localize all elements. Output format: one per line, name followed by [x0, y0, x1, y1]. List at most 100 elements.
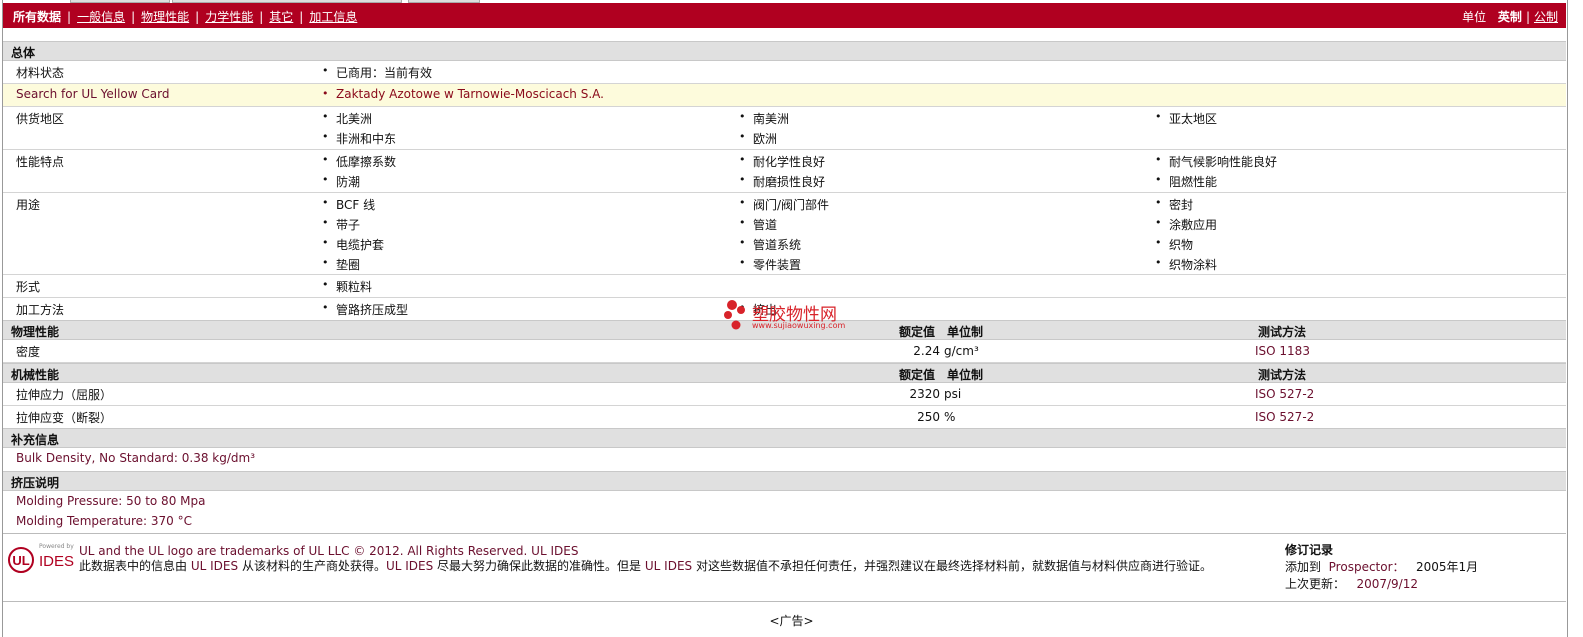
row-extrusion-notes: Molding Pressure: 50 to 80 Mpa Molding T… — [3, 491, 1566, 534]
ad-label: <广告> — [769, 614, 814, 628]
trademark-text: UL and the UL logo are trademarks of UL … — [79, 544, 579, 558]
list-item: 防潮 — [322, 173, 360, 190]
yellow-card-link[interactable]: Zaktady Azotowe w Tarnowie-Moscicach S.A… — [322, 87, 604, 101]
added-date: 2005年1月 — [1415, 560, 1479, 574]
row-label: 供货地区 — [16, 112, 65, 126]
list-item: 管道系统 — [739, 236, 801, 253]
added-label: 添加到 — [1285, 560, 1322, 574]
list-item: 耐化学性良好 — [739, 153, 825, 170]
list-item: 管道 — [739, 216, 777, 233]
property-unit: psi — [944, 387, 962, 401]
property-unit: % — [944, 410, 956, 424]
row-label: 性能特点 — [16, 155, 65, 169]
disclaimer-text: 尽最大努力确保此数据的准确性。但是 — [437, 559, 642, 573]
nav-processing[interactable]: 加工信息 — [309, 10, 357, 24]
table-row: 密度 2.24 g/cm³ ISO 1183 — [3, 340, 1566, 363]
row-label: 加工方法 — [16, 303, 65, 317]
section-mechanical-header: 机械性能 额定值 单位制 测试方法 — [3, 363, 1566, 383]
section-title: 补充信息 — [11, 433, 60, 447]
list-item: 南美洲 — [739, 110, 789, 127]
svg-text:UL: UL — [12, 553, 29, 568]
list-item: 阻燃性能 — [1155, 173, 1217, 190]
top-nav-bar: 所有数据 | 一般信息 | 物理性能 | 力学性能 | 其它 | 加工信息 单位 英制 | 公制 — [3, 3, 1566, 28]
list-item: BCF 线 — [322, 196, 375, 213]
section-nav: 所有数据 | 一般信息 | 物理性能 | 力学性能 | 其它 | 加工信息 — [13, 10, 358, 24]
list-item: 零件装置 — [739, 256, 801, 273]
col-header-value: 额定值 — [899, 368, 936, 382]
col-header-method: 测试方法 — [1258, 325, 1307, 339]
property-value: 2320 — [909, 387, 940, 401]
unit-switcher: 单位 英制 | 公制 — [1462, 10, 1558, 24]
nav-general-info[interactable]: 一般信息 — [77, 10, 125, 24]
row-features: 性能特点 低摩擦系数 耐化学性良好 耐气候影响性能良好 防潮 耐磨损性良好 阻燃… — [3, 150, 1566, 193]
added-source: Prospector： — [1328, 560, 1405, 574]
list-item: 已商用：当前有效 — [322, 64, 432, 81]
ul-ides-link[interactable]: UL IDES — [645, 559, 692, 573]
logo-powered-by: Powered by — [39, 543, 74, 550]
section-title: 总体 — [11, 46, 36, 60]
section-extrusion-header: 挤压说明 — [3, 471, 1566, 491]
units-label: 单位 — [1462, 10, 1487, 24]
row-forms: 形式 颗粒料 — [3, 275, 1566, 298]
updated-label: 上次更新： — [1285, 577, 1346, 591]
section-title: 物理性能 — [11, 325, 60, 339]
test-method-link[interactable]: ISO 527-2 — [1255, 387, 1314, 401]
nav-mechanical[interactable]: 力学性能 — [205, 10, 253, 24]
test-method-link[interactable]: ISO 1183 — [1255, 344, 1310, 358]
ul-ides-logo: UL Powered by IDES — [7, 542, 75, 576]
unit-english[interactable]: 英制 — [1498, 10, 1522, 24]
extrusion-note: Molding Pressure: 50 to 80 Mpa — [16, 494, 206, 508]
property-value: 250 — [917, 410, 940, 424]
list-item: 低摩擦系数 — [322, 153, 396, 170]
list-item: 电缆护套 — [322, 236, 384, 253]
supplemental-text: Bulk Density, No Standard: 0.38 kg/dm³ — [16, 451, 256, 465]
watermark-url: www.sujiaowuxing.com — [752, 321, 846, 330]
row-availability: 供货地区 北美洲 南美洲 亚太地区 非洲和中东 欧洲 — [3, 107, 1566, 150]
logo-ides-text: IDES — [39, 553, 75, 570]
ul-ides-link[interactable]: UL IDES — [191, 559, 238, 573]
col-header-method: 测试方法 — [1258, 368, 1307, 382]
updated-date: 2007/9/12 — [1356, 577, 1418, 591]
list-item: 亚太地区 — [1155, 110, 1217, 127]
col-header-value: 额定值 — [899, 325, 936, 339]
yellow-card-label[interactable]: Search for UL Yellow Card — [16, 87, 169, 101]
nav-other[interactable]: 其它 — [269, 10, 293, 24]
disclaimer-text: 从该材料的生产商处获得。 — [241, 559, 386, 573]
list-item: 织物涂料 — [1155, 256, 1217, 273]
section-title: 机械性能 — [11, 368, 60, 382]
nav-physical[interactable]: 物理性能 — [141, 10, 189, 24]
list-item: 带子 — [322, 216, 360, 233]
row-supplemental: Bulk Density, No Standard: 0.38 kg/dm³ — [3, 448, 1566, 471]
property-unit: g/cm³ — [944, 344, 979, 358]
section-title: 挤压说明 — [11, 476, 60, 490]
watermark: 塑胶物性网 www.sujiaowuxing.com — [722, 298, 852, 334]
list-item: 耐磨损性良好 — [739, 173, 825, 190]
row-uses: 用途 BCF 线 阀门/阀门部件 密封 带子 管道 涂敷应用 电缆护套 管道系统… — [3, 193, 1566, 275]
list-item: 非洲和中东 — [322, 130, 396, 147]
row-label: 用途 — [16, 198, 41, 212]
watermark-dots-icon — [724, 300, 745, 330]
disclaimer-text: 对这些数据值不承担任何责任，并强烈建议在最终选择材料前，就数据值与材料供应商进行… — [695, 559, 1212, 573]
property-name: 密度 — [16, 345, 41, 359]
list-item: 涂敷应用 — [1155, 216, 1217, 233]
footer: UL Powered by IDES UL and the UL logo ar… — [3, 534, 1566, 602]
section-general-header: 总体 — [3, 41, 1566, 61]
revision-history: 修订记录 添加到 Prospector： 2005年1月 上次更新： 2007/… — [1285, 542, 1478, 593]
property-name: 拉伸应力（屈服） — [16, 388, 113, 402]
table-row: 拉伸应变（断裂） 250 % ISO 527-2 — [3, 406, 1566, 428]
ul-ides-link[interactable]: UL IDES — [386, 559, 433, 573]
unit-metric[interactable]: 公制 — [1534, 10, 1558, 24]
section-supplemental-header: 补充信息 — [3, 428, 1566, 448]
disclaimer: 此数据表中的信息由 UL IDES 从该材料的生产商处获得。UL IDES 尽最… — [79, 558, 1269, 574]
revision-title: 修订记录 — [1285, 543, 1334, 557]
test-method-link[interactable]: ISO 527-2 — [1255, 410, 1314, 424]
list-item: 织物 — [1155, 236, 1193, 253]
list-item: 垫圈 — [322, 256, 360, 273]
row-label: 形式 — [16, 280, 41, 294]
nav-all-data[interactable]: 所有数据 — [13, 10, 61, 24]
list-item: 颗粒料 — [322, 278, 372, 295]
col-header-unit: 单位制 — [947, 368, 984, 382]
table-row: 拉伸应力（屈服） 2320 psi ISO 527-2 — [3, 383, 1566, 406]
row-label: 材料状态 — [16, 66, 65, 80]
list-item: 阀门/阀门部件 — [739, 196, 829, 213]
